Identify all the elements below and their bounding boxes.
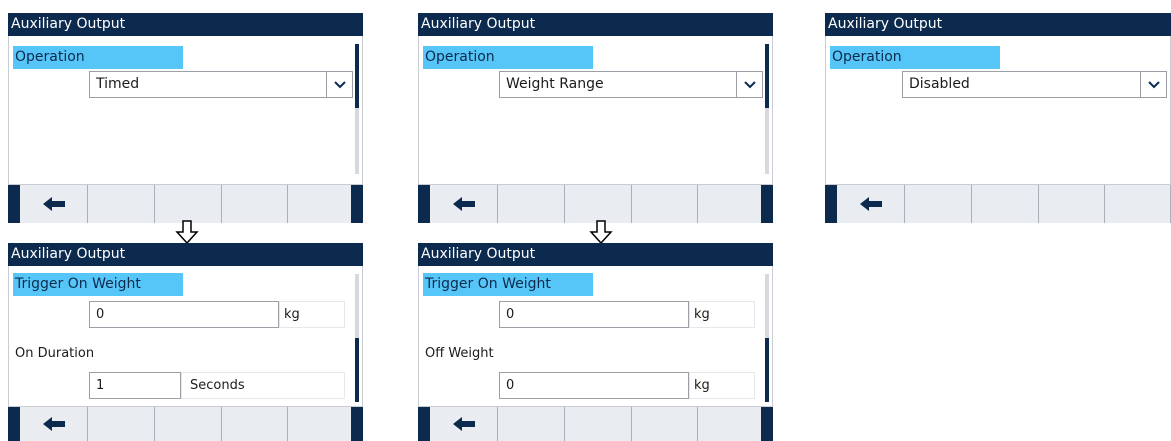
softkey-5[interactable]: [698, 407, 763, 441]
operation-value: Disabled: [909, 76, 970, 92]
left-arrow-icon: [42, 197, 65, 211]
off-weight-unit-text: kg: [694, 378, 710, 393]
left-arrow-icon: [859, 197, 882, 211]
softkey-3[interactable]: [565, 407, 632, 441]
operation-select[interactable]: Timed: [89, 71, 353, 98]
back-softkey[interactable]: [837, 185, 905, 223]
scrollbar[interactable]: [355, 274, 359, 402]
softkey-bar: [8, 184, 363, 223]
left-arrow-icon: [452, 417, 475, 431]
on-duration-unit: Seconds: [181, 372, 345, 399]
softkey-bar: [418, 184, 773, 223]
on-duration-value: 1: [96, 378, 105, 393]
softkey-3[interactable]: [972, 185, 1039, 223]
softkey-bar-left-edge: [8, 407, 20, 441]
softkey-bar-right-edge: [351, 407, 363, 441]
chevron-down-icon[interactable]: [736, 72, 762, 97]
operation-value: Timed: [96, 76, 140, 92]
title-bar: Auxiliary Output: [418, 13, 773, 36]
softkey-bar-right-edge: [761, 407, 773, 441]
title-bar: Auxiliary Output: [8, 243, 363, 266]
softkey-3[interactable]: [565, 185, 632, 223]
softkey-bar-right-edge: [761, 185, 773, 223]
operation-label: Operation: [423, 46, 593, 69]
title-bar: Auxiliary Output: [418, 243, 773, 266]
softkey-bar-left-edge: [418, 185, 430, 223]
off-weight-input[interactable]: 0: [499, 372, 689, 399]
softkey-bar: [8, 406, 363, 441]
scrollbar-thumb[interactable]: [355, 44, 359, 108]
on-duration-label: On Duration: [15, 346, 95, 361]
trigger-on-weight-label: Trigger On Weight: [423, 273, 593, 296]
scrollbar-thumb[interactable]: [355, 338, 359, 402]
softkey-4[interactable]: [632, 407, 698, 441]
trigger-on-weight-value: 0: [506, 307, 515, 322]
left-arrow-icon: [452, 197, 475, 211]
screen-operation-disabled: Auxiliary Output Operation Disabled: [825, 13, 1171, 223]
operation-label: Operation: [13, 46, 183, 69]
title-bar: Auxiliary Output: [8, 13, 363, 36]
screen-timed-settings: Auxiliary Output Trigger On Weight 0 kg …: [8, 243, 363, 441]
back-softkey[interactable]: [20, 407, 88, 441]
softkey-bar-left-edge: [418, 407, 430, 441]
scrollbar[interactable]: [355, 44, 359, 174]
softkey-5[interactable]: [1105, 185, 1171, 223]
chevron-down-icon[interactable]: [326, 72, 352, 97]
trigger-on-weight-input[interactable]: 0: [499, 301, 689, 328]
back-softkey[interactable]: [20, 185, 88, 223]
operation-select[interactable]: Weight Range: [499, 71, 763, 98]
down-arrow-icon: [175, 220, 199, 244]
on-duration-unit-text: Seconds: [190, 378, 245, 393]
softkey-4[interactable]: [1039, 185, 1105, 223]
scrollbar-thumb[interactable]: [765, 338, 769, 402]
back-softkey[interactable]: [430, 185, 498, 223]
trigger-on-weight-input[interactable]: 0: [89, 301, 279, 328]
trigger-on-weight-label: Trigger On Weight: [13, 273, 183, 296]
down-arrow-icon: [589, 220, 613, 244]
softkey-3[interactable]: [155, 185, 222, 223]
trigger-unit: kg: [279, 301, 345, 328]
back-softkey[interactable]: [430, 407, 498, 441]
softkey-5[interactable]: [288, 407, 353, 441]
softkey-3[interactable]: [155, 407, 222, 441]
operation-label: Operation: [830, 46, 1000, 69]
trigger-unit-text: kg: [694, 307, 710, 322]
screen-operation-timed: Auxiliary Output Operation Timed: [8, 13, 363, 223]
on-duration-input[interactable]: 1: [89, 372, 181, 399]
off-weight-label: Off Weight: [425, 346, 494, 361]
chevron-down-icon[interactable]: [1140, 72, 1166, 97]
softkey-bar-left-edge: [825, 185, 837, 223]
screen-operation-weight-range: Auxiliary Output Operation Weight Range: [418, 13, 773, 223]
softkey-2[interactable]: [88, 185, 155, 223]
softkey-bar: [825, 184, 1171, 223]
screen-weight-range-settings: Auxiliary Output Trigger On Weight 0 kg …: [418, 243, 773, 441]
operation-select[interactable]: Disabled: [902, 71, 1167, 98]
trigger-unit-text: kg: [284, 307, 300, 322]
softkey-5[interactable]: [288, 185, 353, 223]
left-arrow-icon: [42, 417, 65, 431]
off-weight-unit: kg: [689, 372, 755, 399]
scrollbar[interactable]: [765, 44, 769, 174]
softkey-4[interactable]: [222, 407, 288, 441]
softkey-2[interactable]: [88, 407, 155, 441]
scrollbar[interactable]: [765, 274, 769, 402]
softkey-bar-left-edge: [8, 185, 20, 223]
softkey-bar-right-edge: [351, 185, 363, 223]
off-weight-value: 0: [506, 378, 515, 393]
softkey-2[interactable]: [905, 185, 972, 223]
trigger-unit: kg: [689, 301, 755, 328]
softkey-bar: [418, 406, 773, 441]
title-bar: Auxiliary Output: [825, 13, 1171, 36]
trigger-on-weight-value: 0: [96, 307, 105, 322]
softkey-2[interactable]: [498, 185, 565, 223]
scrollbar-thumb[interactable]: [765, 44, 769, 108]
softkey-5[interactable]: [698, 185, 763, 223]
softkey-4[interactable]: [632, 185, 698, 223]
softkey-2[interactable]: [498, 407, 565, 441]
softkey-4[interactable]: [222, 185, 288, 223]
operation-value: Weight Range: [506, 76, 604, 92]
